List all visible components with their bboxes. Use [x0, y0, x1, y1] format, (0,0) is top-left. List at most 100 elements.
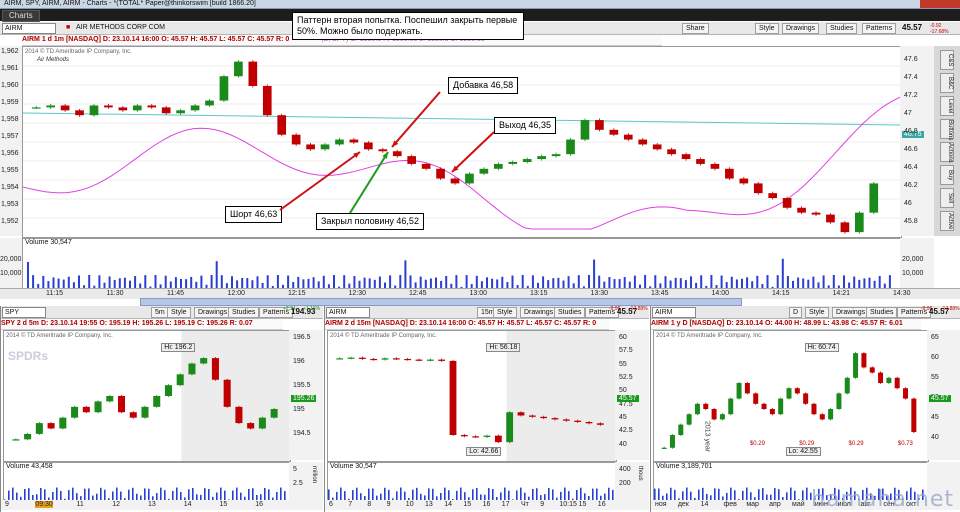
- panel-style-button[interactable]: Style: [493, 307, 517, 318]
- panel-style-button[interactable]: Style: [167, 307, 191, 318]
- panel-time-tick: 13: [148, 501, 156, 508]
- side-button-buy[interactable]: Buy: [940, 165, 954, 185]
- panel-time-tick: мар: [746, 501, 759, 508]
- volume-bar: [608, 487, 610, 501]
- candle: [551, 418, 559, 420]
- panel-time-tick: Чт: [521, 501, 529, 508]
- panel-drawings-button[interactable]: Drawings: [832, 307, 870, 318]
- candle: [886, 377, 892, 383]
- candle: [739, 178, 749, 184]
- share-button[interactable]: Share: [682, 23, 709, 34]
- candle: [753, 393, 759, 404]
- panel-price-tick: 60: [619, 334, 627, 341]
- main-link-icon[interactable]: ■: [66, 22, 70, 34]
- candle: [803, 393, 809, 404]
- panel-lo-badge: Lo: 42.55: [785, 447, 821, 456]
- panel-lo-badge: Lo: 42.66: [466, 447, 502, 456]
- panel-drawings-button[interactable]: Drawings: [194, 307, 232, 318]
- volume-bar: [888, 275, 891, 289]
- panel-price-plot[interactable]: 2014 © TD Ameritrade IP Company, Inc. SPD…: [3, 330, 291, 462]
- main-change-pct: -17.68%: [930, 29, 949, 35]
- panel-hi-badge: Hi: 196.2: [161, 343, 196, 352]
- panel-style-button[interactable]: Style: [805, 307, 829, 318]
- side-button-panel: C&S B&C Level Buttons Actions Buy Sell Active: [934, 46, 960, 236]
- volume-bar: [511, 275, 514, 289]
- candle: [562, 419, 570, 421]
- candle: [190, 105, 200, 111]
- panel-volume-label: Volume 30,547: [330, 463, 377, 470]
- window-close-button[interactable]: [920, 0, 960, 8]
- panel-studies-button[interactable]: Studies: [866, 307, 898, 318]
- main-company-name: AIR METHODS CORP COM: [76, 24, 165, 31]
- candle: [421, 163, 431, 169]
- side-button-active[interactable]: Active: [940, 211, 954, 231]
- side-button-level[interactable]: Level: [940, 96, 954, 116]
- panel-time-tick: 8: [367, 501, 372, 508]
- candle: [596, 423, 604, 425]
- candle: [60, 105, 70, 111]
- main-volume-plot: Volume 30,547: [22, 238, 902, 290]
- panel-price-tick: 195.5: [293, 382, 311, 389]
- panel-change-pct: -17.88%: [629, 306, 648, 312]
- candle: [703, 403, 709, 409]
- volume-bar: [200, 275, 203, 289]
- style-button[interactable]: Style: [755, 23, 779, 34]
- candle: [12, 439, 20, 441]
- volume-bar: [356, 487, 358, 501]
- volume-bar: [832, 275, 835, 289]
- panel-price-tag: 195.26: [291, 395, 317, 402]
- side-button-b&c[interactable]: B&C: [940, 73, 954, 93]
- side-button-c&s[interactable]: C&S: [940, 50, 954, 70]
- panel-copyright: 2014 © TD Ameritrade IP Company, Inc.: [656, 333, 763, 339]
- volume-bar: [404, 260, 407, 289]
- candle: [566, 139, 575, 155]
- drawings-button[interactable]: Drawings: [782, 23, 820, 34]
- candle: [493, 163, 503, 169]
- panel-price-tag: 45.57: [929, 395, 951, 402]
- main-scrollbar[interactable]: [140, 298, 742, 306]
- panel-2: AIRM 15m Style Drawings Studies Patterns 45.57…: [324, 306, 649, 512]
- right-price-tick: 46: [904, 200, 912, 207]
- panel-symbol-input[interactable]: AIRM: [326, 307, 370, 318]
- add-callout: Добавка 46,58: [448, 77, 519, 94]
- panel-symbol-input[interactable]: SPY: [2, 307, 46, 318]
- patterns-button[interactable]: Patterns: [862, 23, 897, 34]
- panel-drawings-button[interactable]: Drawings: [520, 307, 558, 318]
- tab-charts[interactable]: Charts: [2, 10, 40, 22]
- panel-ohlc-header: SPY 2 d 5m D: 23.10.14 19:55 O: 195.19 H…: [1, 319, 283, 330]
- panel-symbol-input[interactable]: AIRM: [652, 307, 696, 318]
- candle: [262, 85, 272, 116]
- exit-callout: Выход 46,35: [494, 117, 556, 134]
- panel-ohlc-text: AIRM 1 y D [NASDAQ] D: 23.10.14 O: 44.00…: [651, 320, 903, 327]
- panel-interval-button[interactable]: D: [789, 307, 803, 318]
- studies-button[interactable]: Studies: [826, 23, 858, 34]
- main-price-plot[interactable]: 2014 © TD Ameritrade IP Company, Inc. Ai…: [22, 46, 902, 238]
- panel-price-plot[interactable]: 2014 © TD Ameritrade IP Company, Inc. Hi:…: [327, 330, 617, 462]
- side-button-actions[interactable]: Actions: [940, 142, 954, 163]
- vol-tick: 20,000: [0, 256, 22, 263]
- panel-studies-button[interactable]: Studies: [228, 307, 260, 318]
- panel-volume-label: Volume 3,189,701: [656, 463, 713, 470]
- right-price-tick: 47.6: [904, 56, 918, 63]
- panel-time-tick: 9: [386, 501, 391, 508]
- panel-change: +2.24: [283, 306, 296, 312]
- right-price-tick: 46.4: [904, 164, 918, 171]
- panel-toolbar: AIRM 15m Style Drawings Studies Patterns 45.57…: [325, 306, 649, 319]
- panel-studies-button[interactable]: Studies: [554, 307, 586, 318]
- volume-bar: [389, 275, 392, 289]
- panel-price-plot[interactable]: 2014 © TD Ameritrade IP Company, Inc. Hi:…: [653, 330, 929, 462]
- candle: [141, 406, 149, 418]
- candle: [392, 151, 402, 157]
- right-price-tick: 45.8: [904, 218, 918, 225]
- panel-ohlc-text: AIRM 2 d 15m [NASDAQ] D: 23.10.14 16:00 …: [325, 320, 597, 327]
- main-symbol-input[interactable]: AIRM: [2, 23, 56, 34]
- panel-ohlc-header: AIRM 2 d 15m [NASDAQ] D: 23.10.14 16:00 …: [325, 319, 609, 330]
- side-button-buttons[interactable]: Buttons: [940, 119, 954, 140]
- panel-time-tick: 14: [700, 501, 709, 508]
- volume-bar: [686, 487, 688, 501]
- candle: [370, 358, 378, 361]
- main-right-axis: 46.75 47.6 47.4 47.2 47 46.8 46.6 46.4 46.2 46 45…: [900, 46, 934, 236]
- dividend-marker: $0.29: [799, 441, 815, 447]
- side-button-sell[interactable]: Sell: [940, 188, 954, 208]
- candle: [118, 107, 128, 111]
